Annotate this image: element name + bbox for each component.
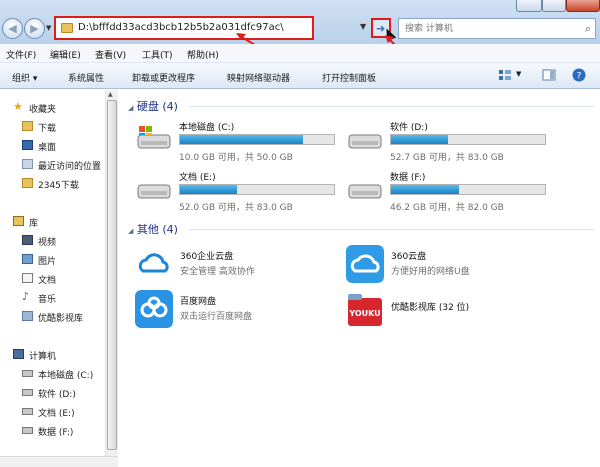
preview-pane-icon[interactable] xyxy=(542,69,556,81)
downloads-folder-icon xyxy=(22,121,33,131)
drive-icon xyxy=(348,134,382,149)
baidu-netdisk-icon xyxy=(135,290,173,328)
help-icon[interactable]: ? xyxy=(572,68,586,82)
document-icon xyxy=(22,273,33,283)
music-icon: ♪ xyxy=(22,290,30,303)
drive-icon xyxy=(22,408,33,415)
app-name: 优酷影视库 (32 位) xyxy=(391,303,470,313)
view-options-dropdown[interactable]: ▼ xyxy=(516,70,521,78)
horizontal-scrollbar[interactable] xyxy=(0,456,118,467)
youku-logo-text: YOUKU xyxy=(348,309,380,318)
menu-file[interactable]: 文件(F) xyxy=(6,48,36,61)
app-name: 360云盘 xyxy=(391,252,427,262)
svg-text:?: ? xyxy=(577,72,582,82)
collapse-arrow-icon: ◢ xyxy=(128,227,134,235)
navigation-pane: ★ 收藏夹 下载 桌面 最近访问的位置 2345下载 库 视频 图片 文档 ♪ … xyxy=(0,90,118,467)
nav-scrollbar[interactable]: ▲ xyxy=(105,90,118,467)
drive-capacity: 46.2 GB 可用，共 82.0 GB xyxy=(390,203,504,213)
content-pane: ◢ 硬盘 (4) 本地磁盘 (C:) 10.0 GB 可用，共 50.0 GB … xyxy=(119,90,600,467)
scroll-thumb[interactable] xyxy=(107,100,117,450)
drive-usage-fill xyxy=(180,135,304,144)
menu-tools[interactable]: 工具(T) xyxy=(142,48,173,61)
app-tile-baidu-netdisk[interactable]: 百度网盘 双击运行百度网盘 xyxy=(135,290,335,342)
system-properties-button[interactable]: 系统属性 xyxy=(68,71,104,84)
drive-tile-c[interactable]: 本地磁盘 (C:) 10.0 GB 可用，共 50.0 GB xyxy=(137,120,337,172)
library-icon xyxy=(13,216,24,226)
drive-icon xyxy=(348,184,382,199)
picture-icon xyxy=(22,254,33,264)
drive-usage-fill xyxy=(391,135,448,144)
map-network-drive-button[interactable]: 映射网络驱动器 xyxy=(227,71,290,84)
360-cloud-icon xyxy=(346,245,384,283)
system-drive-icon xyxy=(22,370,33,377)
drive-tile-f[interactable]: 数据 (F:) 46.2 GB 可用，共 82.0 GB xyxy=(348,170,548,222)
drive-name: 本地磁盘 (C:) xyxy=(179,123,235,133)
drive-name: 数据 (F:) xyxy=(390,173,426,183)
system-drive-icon xyxy=(137,126,171,149)
youku-folder-icon xyxy=(22,311,33,321)
section-divider xyxy=(189,106,594,107)
drive-usage-bar xyxy=(179,134,335,145)
app-description: 方便好用的网络U盘 xyxy=(391,267,470,277)
open-control-panel-button[interactable]: 打开控制面板 xyxy=(322,71,376,84)
drive-tile-e[interactable]: 文档 (E:) 52.0 GB 可用，共 83.0 GB xyxy=(137,170,337,222)
section-divider xyxy=(189,229,594,230)
app-description: 安全管理 高效协作 xyxy=(180,267,255,277)
drive-capacity: 52.7 GB 可用，共 83.0 GB xyxy=(390,153,504,163)
app-name: 百度网盘 xyxy=(180,297,217,307)
drive-icon xyxy=(22,427,33,434)
app-description: 双击运行百度网盘 xyxy=(180,312,253,322)
menu-view[interactable]: 查看(V) xyxy=(95,48,126,61)
drive-usage-bar xyxy=(179,184,335,195)
drive-capacity: 52.0 GB 可用，共 83.0 GB xyxy=(179,203,293,213)
app-name: 360企业云盘 xyxy=(180,252,234,262)
menu-bar: 文件(F) 编辑(E) 查看(V) 工具(T) 帮助(H) xyxy=(0,44,600,63)
organize-button[interactable]: 组织 ▾ xyxy=(12,71,37,84)
menu-help[interactable]: 帮助(H) xyxy=(187,48,219,61)
drive-usage-bar xyxy=(390,184,546,195)
drive-name: 文档 (E:) xyxy=(179,173,216,183)
menu-edit[interactable]: 编辑(E) xyxy=(50,48,81,61)
360-enterprise-cloud-icon xyxy=(135,245,173,283)
drive-tile-d[interactable]: 软件 (D:) 52.7 GB 可用，共 83.0 GB xyxy=(348,120,548,172)
collapse-arrow-icon: ◢ xyxy=(128,104,134,112)
uninstall-program-button[interactable]: 卸载或更改程序 xyxy=(132,71,195,84)
command-bar: 组织 ▾ 系统属性 卸载或更改程序 映射网络驱动器 打开控制面板 ▼ ? xyxy=(0,63,600,89)
folder-icon xyxy=(22,178,33,188)
other-header[interactable]: ◢ 其他 (4) xyxy=(128,221,178,237)
computer-icon xyxy=(13,349,24,359)
drive-icon xyxy=(22,389,33,396)
video-icon xyxy=(22,235,33,245)
view-options-icon[interactable] xyxy=(498,69,512,81)
drive-capacity: 10.0 GB 可用，共 50.0 GB xyxy=(179,153,293,163)
drive-name: 软件 (D:) xyxy=(390,123,428,133)
drive-usage-fill xyxy=(180,185,237,194)
drive-icon xyxy=(137,184,171,199)
youku-library-icon: YOUKU xyxy=(348,294,382,326)
drive-usage-bar xyxy=(390,134,546,145)
desktop-icon xyxy=(22,140,33,150)
recent-places-icon xyxy=(22,159,33,169)
star-icon: ★ xyxy=(13,100,23,113)
hard-disks-header[interactable]: ◢ 硬盘 (4) xyxy=(128,98,178,114)
app-tile-youku-library[interactable]: YOUKU 优酷影视库 (32 位) xyxy=(346,290,546,342)
scroll-up-arrow[interactable]: ▲ xyxy=(108,91,113,98)
drive-usage-fill xyxy=(391,185,459,194)
